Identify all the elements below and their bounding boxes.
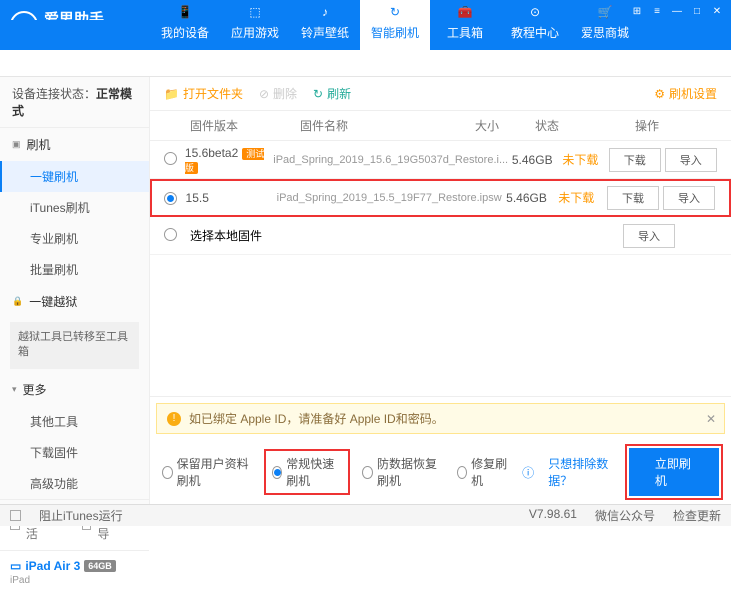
th-ops: 操作 [577, 117, 717, 134]
nav-tutorial[interactable]: ⊙教程中心 [500, 0, 570, 50]
sidebar-group-flash[interactable]: ▣刷机 [0, 128, 149, 161]
folder-icon: 📁 [164, 87, 179, 101]
import-button[interactable]: 导入 [623, 224, 675, 248]
import-button[interactable]: 导入 [665, 148, 717, 172]
open-folder-button[interactable]: 📁打开文件夹 [164, 85, 243, 102]
nav-apps[interactable]: ⬚应用游戏 [220, 0, 290, 50]
nav-shop[interactable]: 🛒爱思商城 [570, 0, 640, 50]
apps-icon: ⬚ [246, 3, 264, 21]
mode-antirec[interactable]: 防数据恢复刷机 [362, 455, 442, 489]
row-radio[interactable] [164, 228, 177, 241]
maximize-icon[interactable]: □ [689, 4, 705, 18]
device-info[interactable]: ▭iPad Air 364GB iPad [0, 550, 149, 594]
nav-flash[interactable]: ↻智能刷机 [360, 0, 430, 50]
row-radio[interactable] [164, 152, 177, 165]
download-button[interactable]: ↓ [691, 50, 719, 78]
settings-button[interactable]: ⚙刷机设置 [654, 85, 717, 102]
lock-icon: 🔒 [12, 296, 23, 307]
th-status: 状态 [517, 117, 577, 134]
block-itunes-checkbox[interactable] [10, 510, 21, 521]
firmware-row[interactable]: 15.5 iPad_Spring_2019_15.5_19F77_Restore… [150, 179, 731, 217]
flash-now-button[interactable]: 立即刷机 [629, 448, 719, 496]
table-header: 固件版本 固件名称 大小 状态 操作 [150, 111, 731, 141]
th-size: 大小 [457, 117, 517, 134]
trash-icon: ⊘ [259, 87, 269, 101]
flash-mode-bar: 保留用户资料刷机 常规快速刷机 防数据恢复刷机 修复刷机 ⓘ 只想排除数据？ 立… [150, 440, 731, 504]
caret-icon: ▾ [12, 384, 17, 395]
download-button[interactable]: 下载 [607, 186, 659, 210]
main-nav: 📱我的设备 ⬚应用游戏 ♪铃声壁纸 ↻智能刷机 🧰工具箱 ⊙教程中心 🛒爱思商城… [0, 20, 731, 50]
radio-icon [272, 466, 283, 479]
info-icon[interactable]: ⓘ [522, 464, 534, 481]
sidebar-group-more[interactable]: ▾更多 [0, 373, 149, 406]
mode-keep[interactable]: 保留用户资料刷机 [162, 455, 252, 489]
warning-icon: ! [167, 412, 181, 426]
th-version: 固件版本 [190, 117, 300, 134]
close-warning-button[interactable]: ✕ [706, 412, 716, 426]
import-button[interactable]: 导入 [663, 186, 715, 210]
download-button[interactable]: 下载 [609, 148, 661, 172]
sidebar-item-adv[interactable]: 高级功能 [0, 468, 149, 499]
nav-device[interactable]: 📱我的设备 [150, 0, 220, 50]
sidebar-item-itunes[interactable]: iTunes刷机 [0, 192, 149, 223]
close-icon[interactable]: ✕ [709, 4, 725, 18]
sidebar-item-oneclick[interactable]: 一键刷机 [0, 161, 149, 192]
book-icon: ⊙ [526, 3, 544, 21]
firmware-row[interactable]: 15.6beta2测试版 iPad_Spring_2019_15.6_19G50… [150, 141, 731, 179]
exclude-link[interactable]: 只想排除数据？ [548, 455, 615, 489]
sidebar: 设备连接状态：正常模式 ▣刷机 一键刷机 iTunes刷机 专业刷机 批量刷机 … [0, 77, 150, 504]
toolbar: 📁打开文件夹 ⊘删除 ↻刷新 ⚙刷机设置 [150, 77, 731, 111]
toolbox-icon: 🧰 [456, 3, 474, 21]
jailbreak-note: 越狱工具已转移至工具箱 [10, 322, 139, 369]
radio-icon [457, 466, 468, 479]
phone-icon: 📱 [176, 3, 194, 21]
wechat-link[interactable]: 微信公众号 [595, 507, 655, 524]
caret-icon: ▣ [12, 139, 21, 150]
nav-ringtone[interactable]: ♪铃声壁纸 [290, 0, 360, 50]
refresh-icon: ↻ [313, 87, 323, 101]
mode-normal[interactable]: 常规快速刷机 [266, 451, 349, 493]
connection-status: 设备连接状态：正常模式 [0, 77, 149, 128]
cart-icon: 🛒 [596, 3, 614, 21]
radio-icon [162, 466, 173, 479]
window-controls: ⊞ ≡ — □ ✕ [629, 4, 725, 18]
row-radio[interactable] [164, 192, 177, 205]
version-label: V7.98.61 [529, 507, 577, 524]
gear-icon: ⚙ [654, 87, 665, 101]
radio-icon [362, 466, 373, 479]
minimize-icon[interactable]: — [669, 4, 685, 18]
delete-button[interactable]: ⊘删除 [259, 85, 297, 102]
check-update-link[interactable]: 检查更新 [673, 507, 721, 524]
nav-tools[interactable]: 🧰工具箱 [430, 0, 500, 50]
mode-repair[interactable]: 修复刷机 [457, 455, 509, 489]
tablet-icon: ▭ [10, 559, 21, 573]
main-panel: 📁打开文件夹 ⊘删除 ↻刷新 ⚙刷机设置 固件版本 固件名称 大小 状态 操作 … [150, 77, 731, 504]
local-firmware-row[interactable]: 选择本地固件 导入 [150, 217, 731, 255]
menu-icon[interactable]: ≡ [649, 4, 665, 18]
refresh-icon: ↻ [386, 3, 404, 21]
statusbar: 阻止iTunes运行 V7.98.61 微信公众号 检查更新 [0, 504, 731, 526]
music-icon: ♪ [316, 3, 334, 21]
sidebar-item-batch[interactable]: 批量刷机 [0, 254, 149, 285]
warning-bar: ! 如已绑定 Apple ID，请准备好 Apple ID和密码。 ✕ [156, 403, 725, 434]
refresh-button[interactable]: ↻刷新 [313, 85, 351, 102]
sidebar-item-other[interactable]: 其他工具 [0, 406, 149, 437]
sidebar-item-dlfw[interactable]: 下载固件 [0, 437, 149, 468]
th-name: 固件名称 [300, 117, 457, 134]
sidebar-item-pro[interactable]: 专业刷机 [0, 223, 149, 254]
footer-panel: ! 如已绑定 Apple ID，请准备好 Apple ID和密码。 ✕ 保留用户… [150, 396, 731, 504]
sidebar-group-jailbreak[interactable]: 🔒一键越狱 [0, 285, 149, 318]
